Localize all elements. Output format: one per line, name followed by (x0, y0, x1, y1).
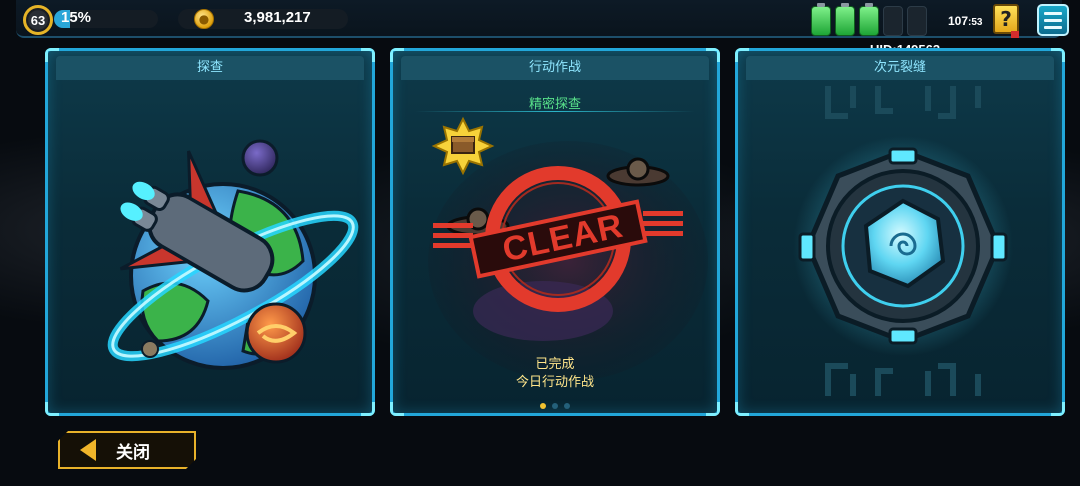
operation-panel[interactable]: 行动作战 精密探查 CLEAR 已完成 今日行动作战 (390, 48, 720, 416)
xp-percent: 15% (61, 9, 92, 26)
battery-full-icon (859, 3, 879, 36)
planet-rocket-illustration (107, 139, 359, 370)
coin-amount: 3,981,217 (244, 9, 311, 26)
help-button[interactable]: ? (993, 4, 1019, 38)
rift-panel[interactable]: 次元裂缝 (735, 48, 1065, 416)
top-hud: 63 15% ● 3,981,217 107:53 ? (16, 0, 1069, 38)
game-screen: 63 15% ● 3,981,217 107:53 ? UID:149563 探… (0, 0, 1080, 486)
page-dot[interactable] (552, 403, 558, 409)
menu-icon-bar (1044, 25, 1062, 29)
reward-chest-icon (431, 116, 495, 176)
battery-empty-icon (907, 6, 927, 36)
explore-panel[interactable]: 探查 (45, 48, 375, 416)
page-indicator (393, 403, 717, 409)
status-completed: 已完成 (535, 357, 575, 372)
close-button-label: 关闭 (116, 442, 150, 463)
battery-full-icon (835, 3, 855, 36)
energy-timer: 107:53 (948, 14, 982, 28)
coin-icon: ● (194, 9, 214, 29)
battery-full-icon (811, 3, 831, 36)
battery-empty-icon (883, 6, 903, 36)
rift-portal-illustration (793, 86, 1013, 396)
back-arrow-icon (80, 439, 96, 461)
energy-timer-sub: :53 (968, 17, 983, 28)
player-level-badge[interactable]: 63 (23, 5, 53, 35)
menu-icon-bar (1044, 11, 1062, 15)
close-button[interactable]: 关闭 (58, 431, 196, 469)
energy-timer-main: 107 (948, 14, 969, 28)
menu-button[interactable] (1037, 4, 1069, 36)
status-daily-operation: 今日行动作战 (515, 375, 594, 390)
page-dot[interactable] (540, 403, 546, 409)
menu-icon-bar (1044, 18, 1062, 22)
page-dot[interactable] (564, 403, 570, 409)
